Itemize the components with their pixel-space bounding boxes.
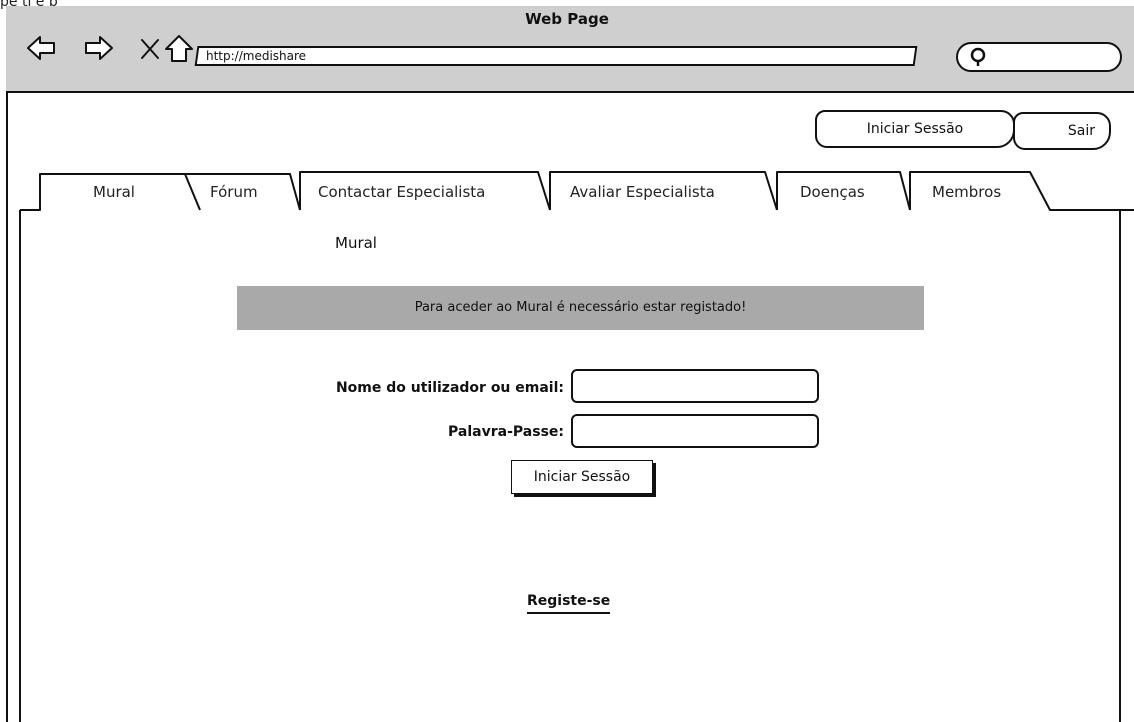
tab-avaliar-especialista[interactable]: Avaliar Especialista bbox=[570, 183, 715, 201]
registration-notice: Para aceder ao Mural é necessário estar … bbox=[237, 286, 924, 330]
username-label: Nome do utilizador ou email: bbox=[335, 380, 564, 396]
home-icon[interactable] bbox=[164, 33, 194, 63]
tab-contactar-especialista[interactable]: Contactar Especialista bbox=[318, 183, 485, 201]
password-label: Palavra-Passe: bbox=[448, 424, 564, 440]
forward-arrow-icon[interactable] bbox=[84, 33, 114, 63]
header-login-button[interactable]: Iniciar Sessão bbox=[815, 110, 1015, 148]
register-link[interactable]: Registe-se bbox=[527, 593, 611, 614]
content-panel-left-border bbox=[19, 210, 21, 722]
content-panel-right-border bbox=[1119, 210, 1121, 722]
tab-membros[interactable]: Membros bbox=[932, 183, 1001, 201]
tab-forum[interactable]: Fórum bbox=[210, 183, 258, 201]
tab-doencas[interactable]: Doenças bbox=[800, 183, 865, 201]
window-title: Web Page bbox=[525, 10, 609, 28]
password-field[interactable] bbox=[571, 414, 819, 448]
panel-title: Mural bbox=[335, 234, 377, 252]
back-arrow-icon[interactable] bbox=[26, 33, 56, 63]
close-icon[interactable] bbox=[136, 33, 166, 63]
login-submit-button[interactable]: Iniciar Sessão bbox=[511, 460, 653, 494]
header-logout-button[interactable]: Sair bbox=[1013, 112, 1111, 150]
username-field[interactable] bbox=[571, 369, 819, 403]
tab-mural[interactable]: Mural bbox=[93, 183, 135, 201]
search-icon bbox=[970, 47, 986, 66]
address-bar-url: http://medishare bbox=[206, 49, 307, 63]
